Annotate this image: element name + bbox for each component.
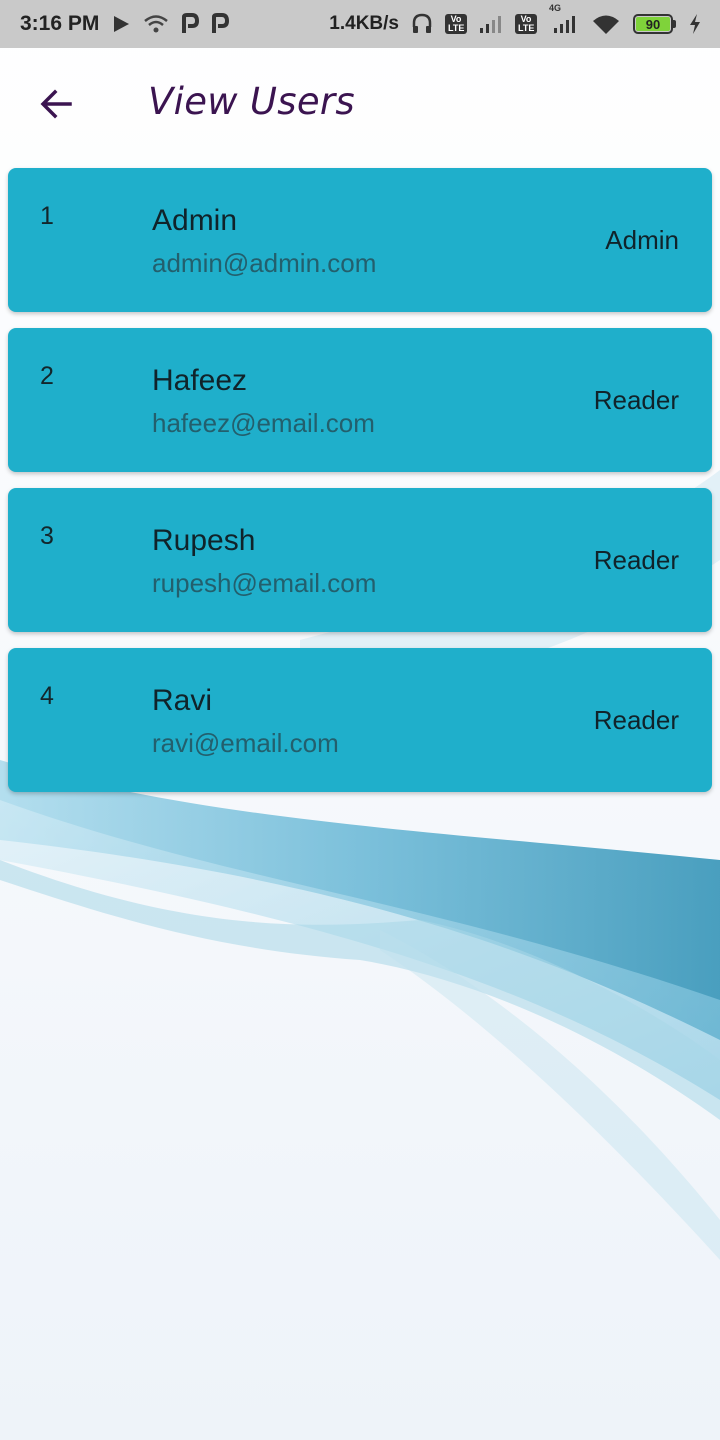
user-index: 2: [40, 362, 54, 390]
user-email: rupesh@email.com: [152, 568, 377, 598]
user-index: 3: [40, 522, 54, 550]
signal-4g-label: 4G: [549, 3, 562, 13]
user-name: Ravi: [152, 684, 213, 717]
p-app-icon: [211, 13, 230, 35]
user-index: 1: [40, 202, 54, 230]
user-role: Reader: [593, 545, 679, 575]
app-bar: View Users: [0, 48, 720, 160]
volte-icon: Vo LTE: [515, 14, 537, 34]
signal-4g-icon: 4G: [549, 4, 579, 34]
user-list: 1 Admin admin@admin.com Admin 2 Hafeez h…: [8, 168, 712, 792]
user-name: Rupesh: [152, 524, 256, 557]
play-icon: [111, 14, 131, 34]
status-bar: 3:16 PM 1.4KB/s Vo LTE Vo LTE 4G 90: [0, 0, 720, 48]
volte-label-lte: LTE: [518, 23, 535, 33]
user-email: admin@admin.com: [152, 248, 377, 278]
page-title: View Users: [148, 80, 355, 123]
status-left: 3:16 PM: [20, 12, 230, 36]
back-button[interactable]: [28, 78, 84, 134]
charging-icon: [688, 13, 702, 35]
user-role: Reader: [593, 385, 679, 415]
user-name: Hafeez: [152, 364, 248, 397]
user-card[interactable]: 1 Admin admin@admin.com Admin: [8, 168, 712, 312]
battery-tip: [673, 20, 676, 28]
user-email: hafeez@email.com: [152, 408, 375, 438]
signal-icon: [479, 14, 503, 34]
wifi-icon: [591, 13, 621, 35]
user-name: Admin: [152, 204, 238, 237]
user-card[interactable]: 4 Ravi ravi@email.com Reader: [8, 648, 712, 792]
user-role: Admin: [605, 225, 679, 255]
wifi-icon: [143, 14, 169, 34]
volte-icon: Vo LTE: [445, 14, 467, 34]
arrow-left-icon: [38, 86, 74, 127]
net-speed: 1.4KB/s: [329, 13, 399, 34]
volte-label-lte: LTE: [448, 23, 465, 33]
user-role: Reader: [593, 705, 679, 735]
user-card[interactable]: 3 Rupesh rupesh@email.com Reader: [8, 488, 712, 632]
user-email: ravi@email.com: [152, 728, 339, 758]
battery-body: 90: [633, 14, 673, 34]
battery-icon: 90: [633, 14, 676, 34]
status-right: 1.4KB/s Vo LTE Vo LTE 4G 90: [329, 4, 702, 35]
battery-level: 90: [636, 17, 670, 32]
status-time: 3:16 PM: [20, 12, 100, 35]
headset-icon: [411, 13, 433, 35]
user-index: 4: [40, 682, 54, 710]
user-card[interactable]: 2 Hafeez hafeez@email.com Reader: [8, 328, 712, 472]
p-app-icon: [181, 13, 200, 35]
